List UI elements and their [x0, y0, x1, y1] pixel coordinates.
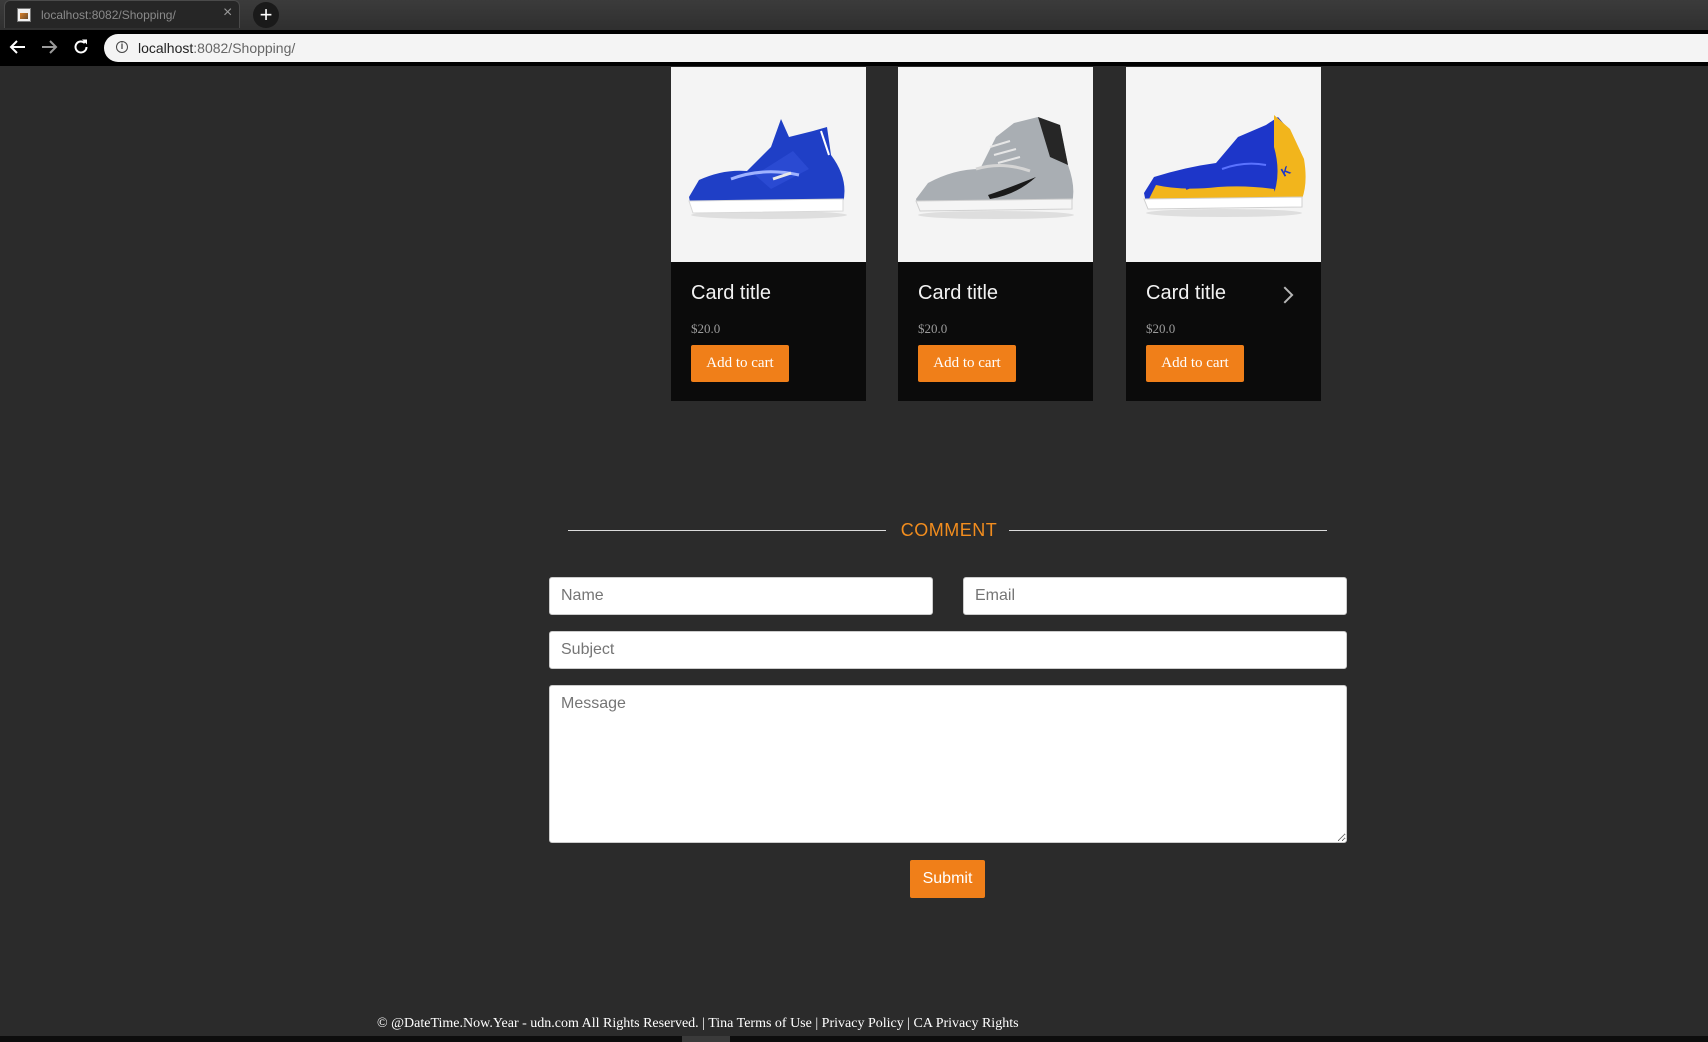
url-path: :8082/Shopping/: [193, 40, 296, 56]
add-to-cart-button[interactable]: Add to cart: [691, 345, 789, 382]
comment-heading: COMMENT: [900, 520, 998, 540]
url-text[interactable]: localhost:8082/Shopping/: [138, 40, 295, 56]
footer-separator: |: [903, 1016, 914, 1031]
divider-right: [1009, 530, 1327, 531]
browser-tabstrip: localhost:8082/Shopping/ × +: [0, 0, 1708, 30]
back-button[interactable]: [4, 33, 32, 61]
product-image: [671, 67, 866, 262]
card-title: Card title: [918, 282, 999, 304]
submit-button[interactable]: Submit: [910, 860, 985, 898]
site-info-icon[interactable]: i: [116, 41, 128, 53]
forward-arrow-icon: [42, 40, 58, 54]
new-tab-button[interactable]: +: [253, 2, 279, 28]
card-price: $20.0: [691, 321, 721, 336]
footer-separator: |: [811, 1016, 822, 1031]
product-image: K: [1126, 67, 1321, 262]
close-tab-icon[interactable]: ×: [223, 4, 232, 22]
tab-title: localhost:8082/Shopping/: [41, 8, 176, 22]
scrollbar-thumb[interactable]: [682, 1036, 730, 1042]
add-to-cart-button[interactable]: Add to cart: [1146, 345, 1244, 382]
add-to-cart-button[interactable]: Add to cart: [918, 345, 1016, 382]
privacy-policy-link[interactable]: Privacy Policy: [822, 1016, 904, 1031]
reload-icon: [74, 39, 88, 54]
product-card: K Card title $20.0 Add to cart: [1126, 67, 1321, 401]
product-image: [898, 67, 1093, 262]
browser-tab[interactable]: localhost:8082/Shopping/ ×: [4, 0, 240, 28]
footer: © @DateTime.Now.Year - udn.com All Right…: [377, 1016, 1019, 1032]
blue-shoe-icon: [688, 119, 847, 219]
blue-gold-shoe-icon: K: [1143, 115, 1306, 217]
name-field[interactable]: [549, 577, 933, 615]
horizontal-scrollbar[interactable]: [0, 1036, 1708, 1042]
divider-left: [568, 530, 886, 531]
carousel-next-icon[interactable]: [1276, 286, 1294, 304]
product-card: Card title $20.0 Add to cart: [671, 67, 866, 401]
subject-field[interactable]: [549, 631, 1347, 669]
url-host: localhost: [138, 40, 194, 56]
card-price: $20.0: [1146, 321, 1176, 336]
back-arrow-icon: [9, 40, 25, 54]
address-bar[interactable]: i localhost:8082/Shopping/: [104, 34, 1708, 62]
ca-privacy-link[interactable]: CA Privacy Rights: [914, 1016, 1019, 1031]
product-card: Card title $20.0 Add to cart: [898, 67, 1093, 401]
reload-button[interactable]: [67, 33, 95, 61]
card-title: Card title: [691, 282, 772, 304]
terms-link[interactable]: Terms of Use: [737, 1016, 812, 1031]
forward-button[interactable]: [35, 33, 63, 61]
card-price: $20.0: [918, 321, 948, 336]
grey-shoe-icon: [915, 117, 1074, 219]
card-title: Card title: [1146, 282, 1227, 304]
message-field[interactable]: [549, 685, 1347, 843]
email-field[interactable]: [963, 577, 1347, 615]
footer-copyright: © @DateTime.Now.Year - udn.com All Right…: [377, 1016, 737, 1031]
favicon-icon: [17, 8, 31, 22]
